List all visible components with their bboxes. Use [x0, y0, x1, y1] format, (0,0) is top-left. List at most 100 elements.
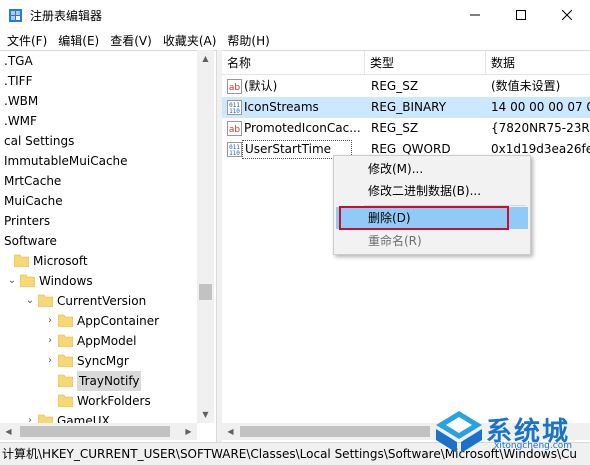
chevron-right-icon[interactable]: ›: [44, 331, 56, 351]
context-menu-rename[interactable]: 重命名(R): [336, 230, 528, 252]
list-header: 名称 类型 数据: [222, 51, 590, 75]
value-data: {7820NR75-23R3: [491, 121, 590, 135]
binary-value-icon: 011110: [227, 142, 242, 157]
menu-help[interactable]: 帮助(H): [222, 30, 275, 50]
tree-node[interactable]: TrayNotify: [0, 371, 200, 391]
registry-tree: .TGA .TIFF .WBM .WMF cal Settings ImmutableMu…: [0, 50, 216, 442]
tree-node-label: AppModel: [77, 334, 137, 348]
tree-node[interactable]: .WMF: [0, 111, 200, 131]
scroll-left-icon[interactable]: ◀: [0, 423, 17, 440]
tree-node-label: MuiCache: [4, 194, 63, 208]
tree-node-label: TrayNotify: [77, 371, 142, 391]
scroll-thumb[interactable]: [240, 426, 430, 437]
tree-node-label: Microsoft: [33, 254, 88, 268]
context-menu: 修改(M)... 修改二进制数据(B)... 删除(D) 重命名(R): [333, 155, 531, 255]
tree-node-label: .WBM: [4, 94, 39, 108]
column-data[interactable]: 数据: [486, 51, 590, 75]
annotation-highlight-box: [339, 206, 509, 230]
folder-icon: [38, 294, 53, 307]
string-value-icon: ab: [227, 79, 242, 94]
watermark: 系统城 xitongcheng.com: [432, 407, 588, 457]
tree-node[interactable]: .TGA: [0, 51, 200, 71]
folder-icon: [58, 394, 73, 407]
folder-icon: [58, 334, 73, 347]
svg-text:ab: ab: [229, 125, 241, 135]
string-value-icon: ab: [227, 121, 242, 136]
value-data: 14 00 00 00 07 0: [491, 100, 590, 114]
scroll-up-icon[interactable]: ▲: [197, 50, 214, 67]
menu-favorites[interactable]: 收藏夹(A): [158, 30, 223, 50]
folder-icon: [58, 354, 73, 367]
context-menu-modify[interactable]: 修改(M)...: [336, 158, 528, 180]
minimize-button[interactable]: [452, 0, 498, 30]
tree-node-label: Windows: [39, 274, 93, 288]
table-row[interactable]: ab PromotedIconCac... REG_SZ {7820NR75-23R3: [222, 118, 590, 139]
menu-view[interactable]: 查看(V): [105, 30, 158, 50]
svg-text:110: 110: [229, 150, 240, 157]
maximize-icon: [516, 10, 526, 20]
tree-node-label: cal Settings: [4, 134, 75, 148]
value-type: REG_BINARY: [371, 100, 447, 114]
value-type: REG_SZ: [371, 79, 419, 93]
tree-node-label: CurrentVersion: [57, 294, 147, 308]
tree-node[interactable]: .TIFF: [0, 71, 200, 91]
tree-node-label: AppContainer: [77, 314, 160, 328]
tree-node-label: Software: [4, 234, 57, 248]
window-title: 注册表编辑器: [30, 9, 103, 23]
folder-icon: [58, 374, 73, 387]
scroll-left-icon[interactable]: ◀: [222, 423, 239, 440]
value-name: PromotedIconCac...: [244, 121, 361, 135]
context-menu-modify-binary[interactable]: 修改二进制数据(B)...: [336, 180, 528, 202]
close-button[interactable]: [544, 0, 590, 30]
tree-node[interactable]: MuiCache: [0, 191, 200, 211]
menu-file[interactable]: 文件(F): [2, 30, 53, 50]
svg-text:ab: ab: [229, 83, 241, 93]
tree-horizontal-scrollbar[interactable]: ◀ ▶: [0, 423, 197, 440]
tree-vertical-scrollbar[interactable]: ▲ ▼: [197, 50, 214, 423]
tree-node-label: SyncMgr: [77, 354, 129, 368]
title-bar: 注册表编辑器: [0, 0, 590, 30]
column-type[interactable]: 类型: [365, 51, 486, 75]
tree-node-label: .TIFF: [4, 74, 33, 88]
tree-node[interactable]: .WBM: [0, 91, 200, 111]
minimize-icon: [470, 14, 480, 16]
tree-node[interactable]: Software: [0, 231, 200, 251]
svg-text:110: 110: [229, 108, 240, 115]
table-row[interactable]: 011 110 IconStreams REG_BINARY 14 00 00 00 0…: [222, 97, 590, 118]
scroll-thumb[interactable]: [199, 284, 212, 300]
scroll-thumb[interactable]: [20, 426, 170, 437]
chevron-down-icon[interactable]: ⌄: [24, 291, 36, 311]
chevron-right-icon[interactable]: ›: [44, 311, 56, 331]
menu-bar: 文件(F) 编辑(E) 查看(V) 收藏夹(A) 帮助(H): [0, 30, 590, 50]
tree-node[interactable]: › SyncMgr: [0, 351, 200, 371]
maximize-button[interactable]: [498, 0, 544, 30]
chevron-right-icon[interactable]: ›: [44, 351, 56, 371]
tree-node[interactable]: WorkFolders: [0, 391, 200, 411]
folder-icon: [20, 274, 35, 287]
tree-node[interactable]: ⌄ CurrentVersion: [0, 291, 200, 311]
value-data: (数值未设置): [491, 79, 561, 93]
folder-icon: [58, 314, 73, 327]
tree-node-label: WorkFolders: [77, 394, 151, 408]
tree-node-label: Printers: [4, 214, 51, 228]
tree-node-label: .TGA: [4, 54, 33, 68]
menu-edit[interactable]: 编辑(E): [53, 30, 105, 50]
tree-node[interactable]: Microsoft: [0, 251, 200, 271]
tree-node[interactable]: cal Settings: [0, 131, 200, 151]
binary-value-icon: 011110: [227, 100, 242, 115]
tree-node[interactable]: ImmutableMuiCache: [0, 151, 200, 171]
tree-node[interactable]: MrtCache: [0, 171, 200, 191]
tree-node[interactable]: ⌄ Windows: [0, 271, 200, 291]
scroll-down-icon[interactable]: ▼: [197, 406, 214, 423]
column-name[interactable]: 名称: [222, 51, 365, 75]
watermark-logo-icon: [436, 411, 482, 453]
chevron-down-icon[interactable]: ⌄: [6, 271, 18, 291]
regedit-app-icon: [9, 9, 22, 22]
tree-node[interactable]: › AppContainer: [0, 311, 200, 331]
value-name: (默认): [244, 79, 278, 93]
tree-node[interactable]: Printers: [0, 211, 200, 231]
tree-node[interactable]: › AppModel: [0, 331, 200, 351]
table-row[interactable]: ab (默认) REG_SZ (数值未设置): [222, 76, 590, 97]
scroll-right-icon[interactable]: ▶: [180, 423, 197, 440]
tree-node-label: ImmutableMuiCache: [4, 154, 128, 168]
